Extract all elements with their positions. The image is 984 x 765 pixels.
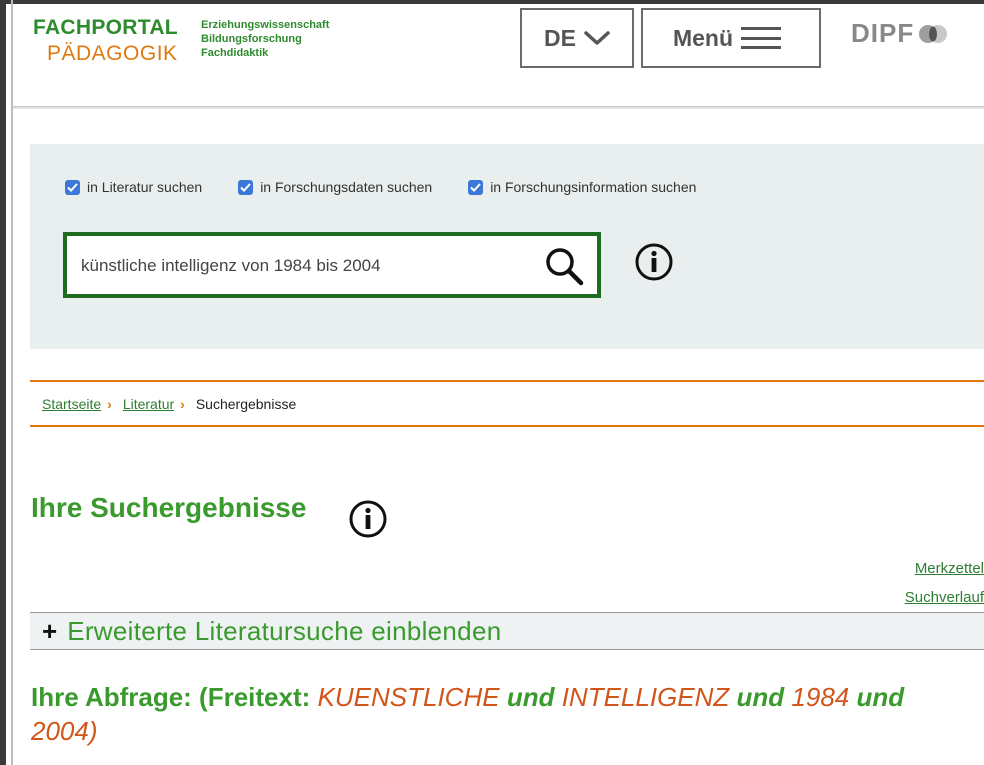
- info-icon[interactable]: [348, 499, 388, 539]
- suchverlauf-link[interactable]: Suchverlauf: [905, 589, 984, 606]
- logo-subtitle-line: Erziehungswissenschaft: [201, 19, 330, 31]
- query-term: KUENSTLICHE: [317, 682, 500, 712]
- breadcrumb-link-startseite[interactable]: Startseite: [42, 396, 101, 412]
- checkbox-checked-icon[interactable]: [65, 179, 80, 195]
- checkbox-checked-icon[interactable]: [238, 179, 254, 195]
- window-frame-divider: [11, 0, 13, 765]
- checkbox-forschungsinformation[interactable]: in Forschungsinformation suchen: [468, 179, 696, 195]
- logo-subtitle-line: Bildungsforschung: [201, 33, 302, 45]
- checkbox-literatur[interactable]: in Literatur suchen: [65, 179, 202, 195]
- query-operator: und: [506, 682, 555, 712]
- header-shadow: [13, 106, 984, 109]
- chevron-down-icon: [584, 31, 610, 45]
- query-term: 1984: [791, 682, 850, 712]
- checkbox-forschungsdaten[interactable]: in Forschungsdaten suchen: [238, 179, 432, 195]
- breadcrumb-separator-icon: ›: [107, 396, 112, 412]
- breadcrumb: Startseite › Literatur › Suchergebnisse: [42, 396, 296, 412]
- search-input[interactable]: [79, 250, 533, 282]
- language-label: DE: [544, 24, 576, 51]
- checkbox-label: in Literatur suchen: [87, 179, 203, 195]
- menu-label: Menü: [672, 24, 734, 51]
- dipf-label: DIPF: [851, 18, 915, 48]
- breadcrumb-divider-top: [30, 380, 984, 382]
- checkbox-checked-icon[interactable]: [468, 179, 484, 195]
- checkbox-label: in Forschungsinformation suchen: [490, 179, 697, 195]
- breadcrumb-link-literatur[interactable]: Literatur: [123, 396, 174, 412]
- hamburger-icon: [741, 27, 782, 49]
- breadcrumb-divider-bottom: [30, 425, 984, 427]
- logo-fachportal: FACHPORTAL: [33, 16, 178, 39]
- advanced-search-label: Erweiterte Literatursuche einblenden: [67, 615, 502, 646]
- merkzettel-link[interactable]: Merkzettel: [915, 560, 984, 577]
- window-frame-left: [0, 0, 6, 765]
- dipf-logo[interactable]: DIPF: [851, 18, 948, 49]
- page-title: Ihre Suchergebnisse: [31, 492, 307, 523]
- logo-subtitle: Erziehungswissenschaft Bildungsforschung…: [201, 18, 329, 60]
- search-scope-options: in Literatur suchen in Forschungsdaten s…: [65, 177, 732, 197]
- logo-subtitle-line: Fachdidaktik: [201, 47, 269, 59]
- language-select-button[interactable]: DE: [520, 8, 634, 68]
- query-term: 2004: [31, 716, 89, 746]
- dipf-mark-icon: [919, 24, 948, 43]
- breadcrumb-current: Suchergebnisse: [195, 396, 297, 412]
- query-operator: und: [856, 682, 905, 712]
- query-summary: Ihre Abfrage: (Freitext: KUENSTLICHE und…: [31, 680, 971, 748]
- search-panel: in Literatur suchen in Forschungsdaten s…: [30, 144, 984, 349]
- query-suffix: ): [88, 716, 98, 746]
- info-icon[interactable]: [634, 242, 674, 282]
- plus-icon: +: [42, 616, 58, 646]
- checkbox-label: in Forschungsdaten suchen: [260, 179, 433, 195]
- search-box: [63, 232, 601, 298]
- menu-button[interactable]: Menü: [641, 8, 821, 68]
- site-header: FACHPORTAL PÄDAGOGIK Erziehungswissensch…: [13, 4, 984, 106]
- search-icon[interactable]: [543, 246, 587, 286]
- breadcrumb-separator-icon: ›: [180, 396, 185, 412]
- advanced-search-toggle[interactable]: + Erweiterte Literatursuche einblenden: [30, 612, 984, 650]
- query-prefix: Ihre Abfrage: (Freitext:: [31, 682, 311, 712]
- logo-paedagogik: PÄDAGOGIK: [47, 42, 178, 65]
- query-operator: und: [736, 682, 785, 712]
- query-term: INTELLIGENZ: [561, 682, 730, 712]
